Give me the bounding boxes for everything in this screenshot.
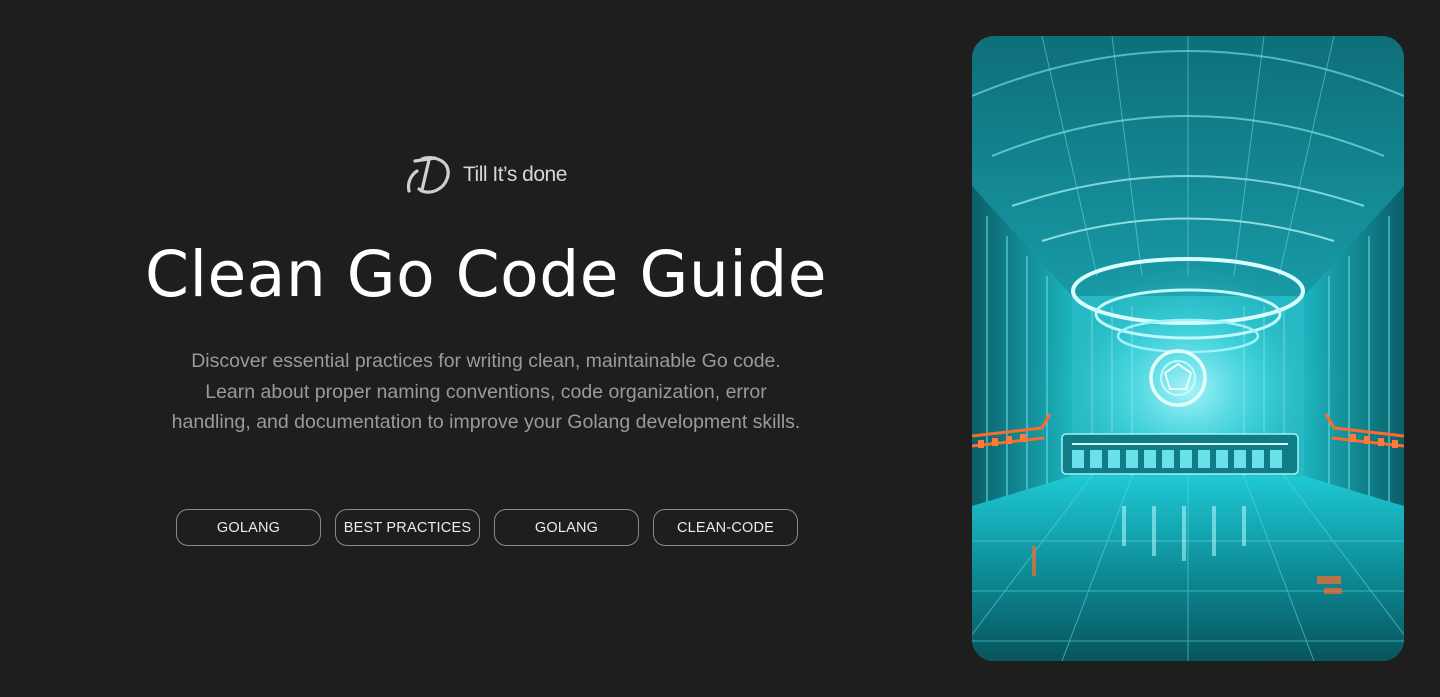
- tag-clean-code[interactable]: CLEAN-CODE: [653, 509, 798, 546]
- page-title: Clean Go Code Guide: [144, 238, 827, 311]
- tag-golang-2[interactable]: GOLANG: [494, 509, 639, 546]
- tag-best-practices[interactable]: BEST PRACTICES: [335, 509, 480, 546]
- neon-hall-illustration: [972, 36, 1404, 661]
- description-line: Learn about proper naming conventions, c…: [205, 380, 767, 403]
- brand-name: Till It’s done: [463, 163, 567, 186]
- tag-golang[interactable]: GOLANG: [176, 509, 321, 546]
- hero-image: [972, 36, 1404, 661]
- hero-content: Till It’s done Clean Go Code Guide Disco…: [0, 0, 972, 697]
- page: Till It’s done Clean Go Code Guide Disco…: [0, 0, 1440, 697]
- description-line: handling, and documentation to improve y…: [171, 411, 801, 433]
- page-description: Discover essential practices for writing…: [120, 346, 852, 438]
- description-line: Discover essential practices for writing…: [191, 350, 781, 372]
- brand[interactable]: Till It’s done: [405, 153, 567, 197]
- till-its-done-logo-icon: [406, 156, 450, 194]
- tag-list: GOLANG BEST PRACTICES GOLANG CLEAN-CODE: [176, 509, 798, 546]
